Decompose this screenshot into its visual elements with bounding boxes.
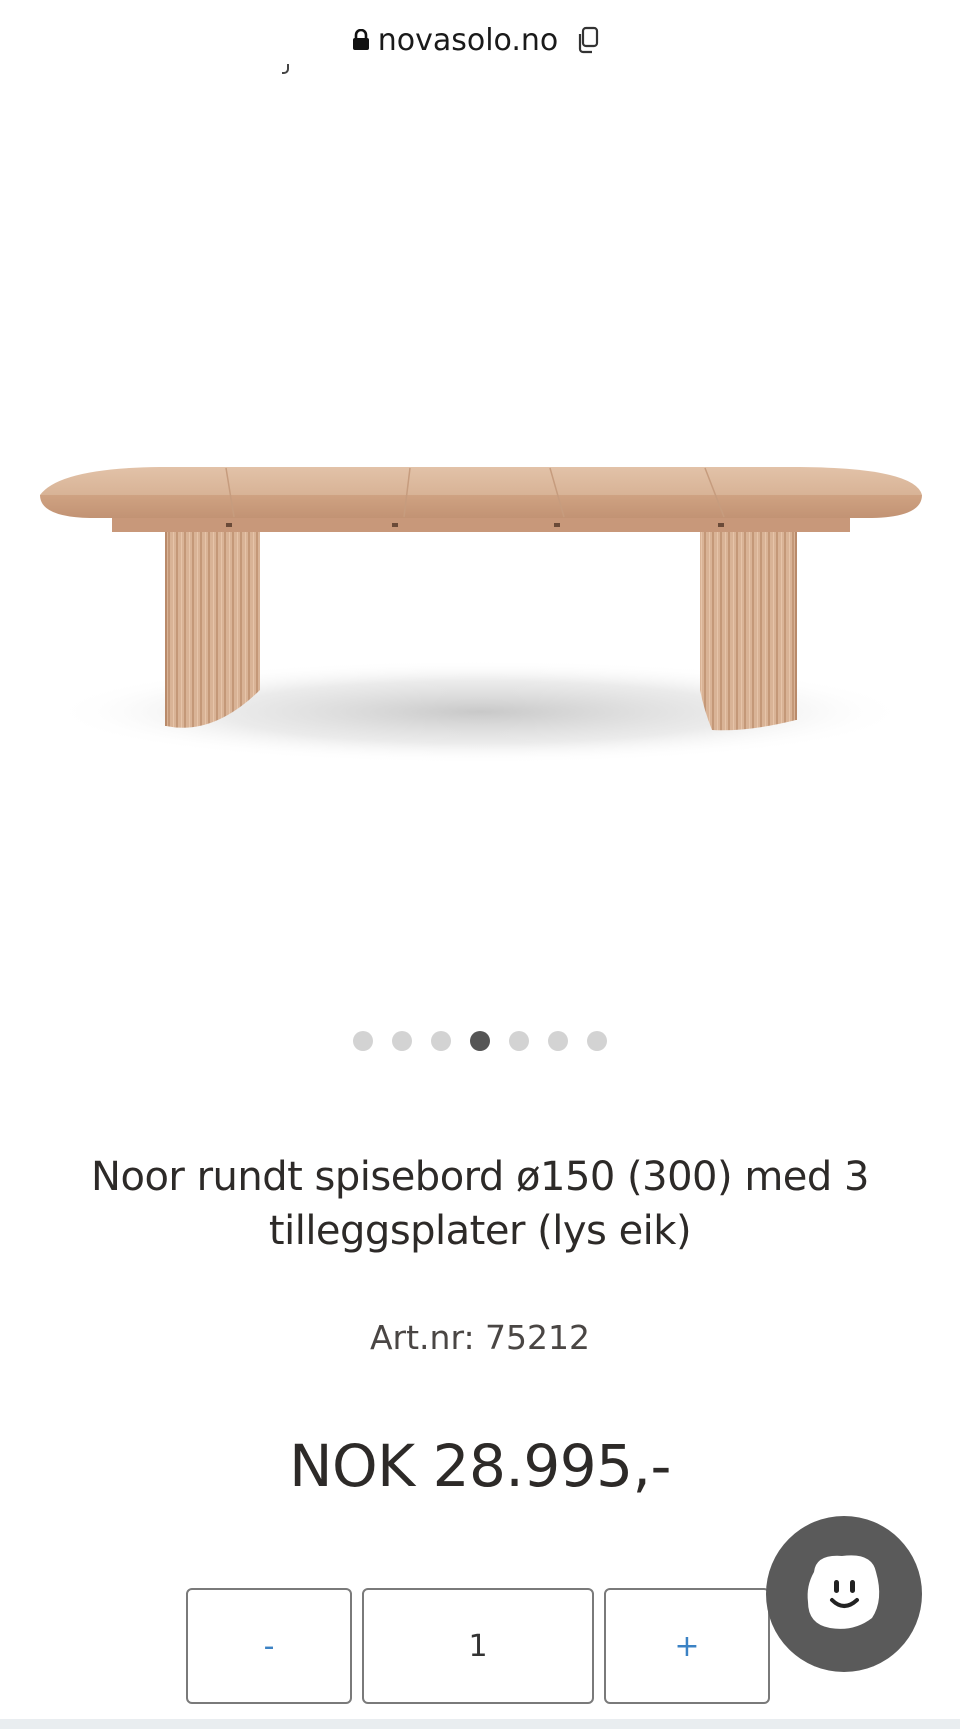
product-price: NOK 28.995,- bbox=[289, 1432, 671, 1500]
bottom-edge bbox=[0, 1719, 960, 1729]
product-image bbox=[40, 467, 922, 764]
product-image-gallery[interactable] bbox=[0, 80, 960, 1000]
decrease-quantity-button[interactable]: - bbox=[186, 1588, 352, 1704]
product-title: Noor rundt spisebord ø150 (300) med 3 ti… bbox=[91, 1154, 869, 1254]
url-domain[interactable]: novasolo.no bbox=[378, 23, 559, 58]
chat-smiley-icon bbox=[794, 1542, 894, 1647]
copy-icon[interactable] bbox=[576, 26, 600, 54]
chat-launcher-button[interactable] bbox=[766, 1516, 922, 1672]
browser-url-bar[interactable]: novasolo.no bbox=[0, 0, 960, 80]
increase-quantity-button[interactable]: + bbox=[604, 1588, 770, 1704]
carousel-dot[interactable] bbox=[548, 1031, 568, 1051]
carousel-dot-active[interactable] bbox=[470, 1031, 490, 1051]
table-leg-right bbox=[700, 520, 797, 731]
carousel-dot[interactable] bbox=[392, 1031, 412, 1051]
quantity-stepper: - 1 + bbox=[186, 1588, 770, 1708]
lock-icon bbox=[352, 29, 370, 51]
carousel-indicators[interactable] bbox=[0, 1031, 960, 1051]
carousel-dot[interactable] bbox=[431, 1031, 451, 1051]
quantity-input[interactable]: 1 bbox=[362, 1588, 594, 1704]
carousel-dot[interactable] bbox=[509, 1031, 529, 1051]
article-number: Art.nr: 75212 bbox=[369, 1318, 591, 1357]
carousel-dot[interactable] bbox=[587, 1031, 607, 1051]
table-leg-left bbox=[165, 520, 260, 728]
carousel-dot[interactable] bbox=[353, 1031, 373, 1051]
